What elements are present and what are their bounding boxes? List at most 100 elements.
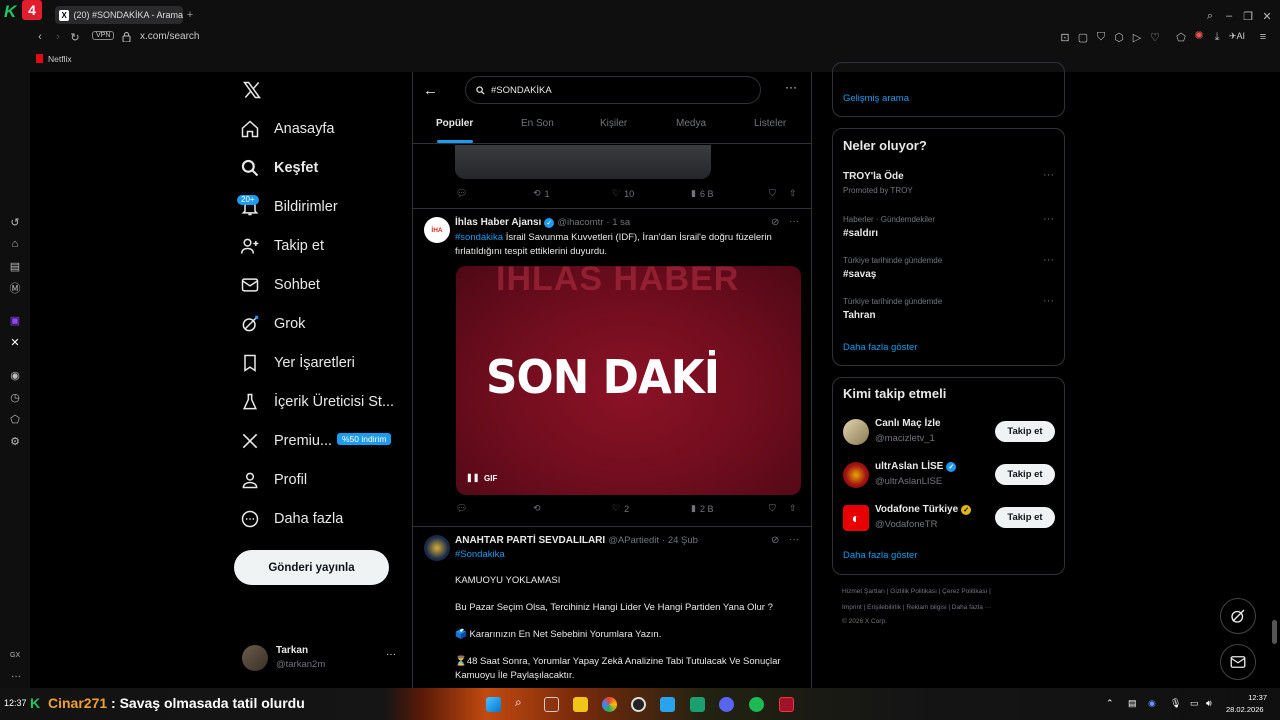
file-explorer-icon[interactable] [573,697,588,712]
grok-icon[interactable]: ⊘ [771,535,779,546]
more-icon[interactable]: ··· [1043,169,1054,181]
back-icon[interactable]: ‹ [33,30,47,44]
tab-popular[interactable]: Popüler [436,118,473,129]
twitch-icon[interactable]: ▣ [8,313,22,327]
search-input[interactable]: #SONDAKİKA [465,76,761,104]
like-button[interactable]: ♡ 10 [612,188,634,199]
play-icon[interactable]: ▷ [1130,30,1144,44]
nav-profile[interactable]: Profil [240,470,307,490]
follow-button[interactable]: Takip et [995,464,1055,485]
tweet-author-handle[interactable]: @ihacomtr [557,217,603,228]
clock-icon[interactable]: ◷ [8,390,22,404]
messages-float-button[interactable] [1220,644,1256,680]
post-button[interactable]: Gönderi yayınla [234,550,389,585]
minimize-icon[interactable]: – [1222,9,1236,23]
account-switcher[interactable]: Tarkan @tarkan2m ··· [232,637,407,677]
opera-logo[interactable]: K [4,2,16,22]
vpn-badge[interactable]: VPN [92,31,115,40]
like-button[interactable]: ♡ 2 [612,503,629,514]
x-logo-icon[interactable] [242,80,262,100]
search-icon[interactable]: ⌕ [1203,9,1217,23]
reload-icon[interactable]: ↻ [68,30,82,44]
retweet-button[interactable]: ⟲ [533,503,541,514]
wallet-icon[interactable]: ▤ [8,259,22,273]
messenger-icon[interactable]: Ⓜ [8,281,22,295]
tweet-time[interactable]: · 1 sa [606,217,630,228]
tab-people[interactable]: Kişiler [600,118,627,129]
forward-icon[interactable]: › [51,30,65,44]
cube-icon[interactable]: ⬡ [1112,30,1126,44]
tweet-author-name[interactable]: ANAHTAR PARTİ SEVDALILARI [455,535,605,546]
bookmark-icon[interactable]: ⛉ [769,188,776,199]
pause-icon[interactable]: ❚❚ [466,473,479,482]
clock-date[interactable]: 28.02.2026 [1226,705,1264,714]
trend-item[interactable]: Haberler · Gündemdekiler #saldırı ··· [833,213,1064,249]
scrollbar[interactable] [1272,620,1277,644]
spotify-icon[interactable] [749,697,764,712]
nav-grok[interactable]: Grok [240,314,305,334]
views-button[interactable]: ▮ 2 B [691,503,713,514]
suggested-user-name-row[interactable]: ultrAslan LİSE ✓ [875,461,957,472]
avatar[interactable] [843,462,869,488]
follow-button[interactable]: Takip et [995,507,1055,528]
gx-control-icon[interactable]: ⌂ [8,237,22,251]
views-button[interactable]: ▮ 6 B [691,188,713,199]
advanced-search-link[interactable]: Gelişmiş arama [843,93,909,104]
more-icon[interactable]: ··· [1043,213,1054,225]
clock-time[interactable]: 12:37 [1231,693,1267,702]
nav-more[interactable]: Daha fazla [240,509,343,529]
download-icon[interactable]: ⤓ [1210,30,1224,44]
more-icon[interactable]: ··· [789,534,799,545]
hashtag-link[interactable]: #sondakika [455,232,503,243]
bookmark-icon[interactable]: ⊡ [1058,30,1072,44]
more-icon[interactable]: ··· [11,671,21,682]
player-icon[interactable]: ◉ [8,368,22,382]
share-icon[interactable]: ⇧ [789,503,797,514]
steam-icon[interactable]: ◉ [1148,698,1156,709]
nav-follow[interactable]: Takip et [240,236,324,256]
footer-links[interactable]: Hizmet Şartları | Gizlilik Politikası | … [842,588,991,595]
suggested-user-name[interactable]: Canlı Maç İzle [875,418,941,429]
task-view-icon[interactable] [544,697,559,712]
suggested-user-name-row[interactable]: Vodafone Türkiye ✓ [875,504,972,515]
opera-gx-icon[interactable] [779,697,794,712]
footer-links[interactable]: Imprint | Erişilebilirlik | Reklam bilgi… [842,604,991,611]
tweet-media-gif[interactable]: İHLAS HABER SON DAKİ ❚❚ GIF [456,266,801,495]
show-more-link[interactable]: Daha fazla göster [843,342,917,353]
close-icon[interactable]: ✕ [1260,9,1274,23]
back-arrow-icon[interactable]: ← [423,82,438,99]
url-bar[interactable]: x.com/search [140,31,199,42]
windows-start-icon[interactable] [486,697,501,712]
avatar[interactable] [424,535,450,561]
reply-button[interactable]: 💬︎ [456,503,467,514]
retweet-button[interactable]: ⟲ 1 [533,188,550,199]
chrome-icon[interactable] [602,697,617,712]
settings-icon[interactable]: ⚙ [8,434,22,448]
bookmark-icon[interactable]: ⛉ [769,503,776,514]
hashtag-link[interactable]: #Sondakika [455,549,505,560]
grok-icon[interactable]: ⊘ [771,217,779,228]
obs-icon[interactable] [631,697,646,712]
shield-icon[interactable]: ⛉ [1094,30,1108,44]
nav-bookmarks[interactable]: Yer İşaretleri [240,353,355,373]
volume-icon[interactable]: 🔊︎ [1206,698,1212,709]
maximize-icon[interactable]: ❐ [1241,9,1255,23]
app-icon[interactable] [660,697,675,712]
fireworks-icon[interactable]: ✺ [1192,28,1206,42]
mic-icon[interactable]: 🎙︎ [1170,698,1181,709]
heart-icon[interactable]: ♡ [1148,30,1162,44]
app-icon[interactable] [690,697,705,712]
show-more-link[interactable]: Daha fazla göster [843,550,917,561]
ai-button[interactable]: ✈AI [1229,31,1245,42]
discord-icon[interactable] [719,697,734,712]
nav-premium[interactable]: Premiu... [240,431,332,451]
browser-tab[interactable]: X (20) #SONDAKİKA - Arama [55,6,183,24]
x-sidebar-icon[interactable]: ✕ [8,335,22,349]
more-icon[interactable]: ··· [386,649,396,660]
trend-item[interactable]: Türkiye tarihinde gündemde Tahran ··· [833,295,1064,331]
grok-float-button[interactable] [1220,598,1256,634]
tab-media[interactable]: Medya [676,118,706,129]
share-icon[interactable]: ⇧ [789,188,797,199]
more-icon[interactable]: ··· [1043,254,1054,266]
nav-explore[interactable]: Keşfet [240,158,318,178]
